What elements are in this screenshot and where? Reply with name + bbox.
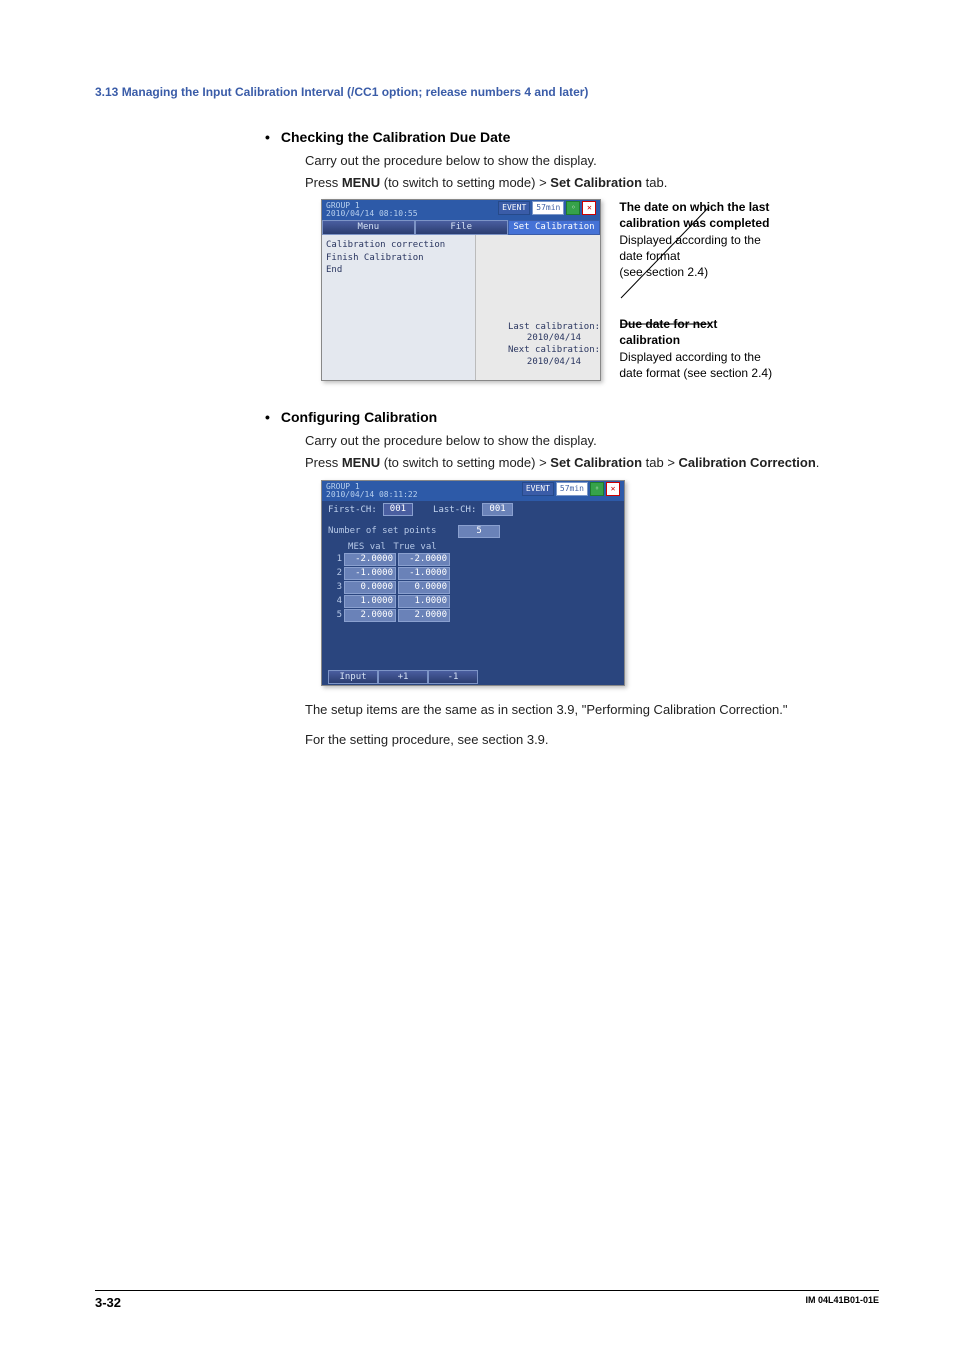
row-index: 5 <box>328 610 342 620</box>
num-set-points-label: Number of set points <box>328 526 436 536</box>
menu-column: Calibration correction Finish Calibratio… <box>322 235 476 380</box>
row-index: 4 <box>328 596 342 606</box>
event-chip: EVENT <box>522 482 554 496</box>
num-set-points-value[interactable]: 5 <box>458 525 500 538</box>
bullet-icon: • <box>265 409 277 425</box>
annotation-title: calibration was completed <box>619 215 859 231</box>
text-bold: Set Calibration <box>550 455 642 470</box>
status-icon: ◦ <box>590 482 604 496</box>
screenshot-calibration-correction: GROUP 1 2010/04/14 08:11:22 EVENT 57min … <box>321 480 625 686</box>
text: tab. <box>642 175 667 190</box>
text: tab > <box>642 455 679 470</box>
table-row: 2-1.0000-1.0000 <box>328 567 618 580</box>
paragraph: Carry out the procedure below to show th… <box>305 151 859 171</box>
heading-checking: • Checking the Calibration Due Date <box>265 129 859 145</box>
true-val-cell[interactable]: 0.0000 <box>398 581 450 594</box>
mes-val-cell[interactable]: 1.0000 <box>344 595 396 608</box>
true-val-cell[interactable]: -2.0000 <box>398 553 450 566</box>
tab-file[interactable]: File <box>415 220 508 235</box>
page-number: 3-32 <box>95 1295 121 1310</box>
table-row: 1-2.0000-2.0000 <box>328 553 618 566</box>
menu-item-finish-calibration[interactable]: Finish Calibration <box>326 252 471 265</box>
channel-row: First-CH: 001 Last-CH: 001 <box>322 501 624 519</box>
paragraph: The setup items are the same as in secti… <box>305 700 859 720</box>
table-row: 52.00002.0000 <box>328 609 618 622</box>
paragraph: Carry out the procedure below to show th… <box>305 431 859 451</box>
status-icon: ◦ <box>566 201 580 215</box>
mes-val-cell[interactable]: 0.0000 <box>344 581 396 594</box>
tab-menu[interactable]: Menu <box>322 220 415 235</box>
annotation-text: date format (see section 2.4) <box>619 365 859 381</box>
last-calibration-label: Last calibration: <box>484 322 624 334</box>
heading-text: Checking the Calibration Due Date <box>281 129 510 145</box>
close-icon: ✕ <box>582 201 596 215</box>
first-ch-label: First-CH: <box>328 505 377 515</box>
text: (to switch to setting mode) > <box>380 455 550 470</box>
annotation-text: Displayed according to the <box>619 232 859 248</box>
annotation-text: Displayed according to the <box>619 349 859 365</box>
col-true-val: True val <box>392 542 438 552</box>
annotation-column: The date on which the last calibration w… <box>619 199 859 381</box>
text-bold: MENU <box>342 455 380 470</box>
plus-one-button[interactable]: +1 <box>378 670 428 684</box>
paragraph: Press MENU (to switch to setting mode) >… <box>305 453 859 473</box>
rate-chip: 57min <box>556 482 588 496</box>
menu-item-calibration-correction[interactable]: Calibration correction <box>326 239 471 252</box>
mes-val-cell[interactable]: 2.0000 <box>344 609 396 622</box>
next-calibration-date: 2010/04/14 <box>484 357 624 369</box>
screenshot-set-calibration: GROUP 1 2010/04/14 08:10:55 EVENT 57min … <box>321 199 601 381</box>
first-ch-value[interactable]: 001 <box>383 503 413 516</box>
bullet-icon: • <box>265 129 277 145</box>
annotation-title: calibration <box>619 332 859 348</box>
annotation-title: The date on which the last <box>619 199 859 215</box>
event-chip: EVENT <box>498 201 530 215</box>
paragraph: For the setting procedure, see section 3… <box>305 730 859 750</box>
annotation-text: (see section 2.4) <box>619 264 859 280</box>
footer-buttons: Input +1 -1 <box>322 669 624 685</box>
mes-val-cell[interactable]: -1.0000 <box>344 567 396 580</box>
heading-configuring: • Configuring Calibration <box>265 409 859 425</box>
set-points-table: MES val True val 1-2.0000-2.00002-1.0000… <box>328 542 618 622</box>
section-header: 3.13 Managing the Input Calibration Inte… <box>95 85 859 99</box>
timestamp: 2010/04/14 08:11:22 <box>326 491 418 499</box>
text: (to switch to setting mode) > <box>380 175 550 190</box>
text-bold: Set Calibration <box>550 175 642 190</box>
document-id: IM 04L41B01-01E <box>805 1295 879 1310</box>
last-ch-label: Last-CH: <box>433 505 476 515</box>
paragraph: Press MENU (to switch to setting mode) >… <box>305 173 859 193</box>
tab-row: Menu File Set Calibration <box>322 220 600 235</box>
annotation-text: date format <box>619 248 859 264</box>
row-index: 2 <box>328 568 342 578</box>
titlebar: GROUP 1 2010/04/14 08:10:55 EVENT 57min … <box>322 200 600 220</box>
true-val-cell[interactable]: 1.0000 <box>398 595 450 608</box>
heading-text: Configuring Calibration <box>281 409 437 425</box>
titlebar: GROUP 1 2010/04/14 08:11:22 EVENT 57min … <box>322 481 624 501</box>
table-row: 41.00001.0000 <box>328 595 618 608</box>
last-ch-value[interactable]: 001 <box>482 503 512 516</box>
close-icon: ✕ <box>606 482 620 496</box>
last-calibration-date: 2010/04/14 <box>484 333 624 345</box>
menu-item-end[interactable]: End <box>326 264 471 277</box>
row-index: 3 <box>328 582 342 592</box>
annotation-title: Due date for next <box>619 316 859 332</box>
rate-chip: 57min <box>532 201 564 215</box>
row-index: 1 <box>328 554 342 564</box>
text-bold: Calibration Correction <box>679 455 816 470</box>
text-bold: MENU <box>342 175 380 190</box>
text: . <box>816 455 820 470</box>
timestamp: 2010/04/14 08:10:55 <box>326 210 418 218</box>
table-row: 30.00000.0000 <box>328 581 618 594</box>
next-calibration-label: Next calibration: <box>484 345 624 357</box>
true-val-cell[interactable]: 2.0000 <box>398 609 450 622</box>
page-footer: 3-32 IM 04L41B01-01E <box>95 1290 879 1310</box>
text: Press <box>305 175 342 190</box>
true-val-cell[interactable]: -1.0000 <box>398 567 450 580</box>
mes-val-cell[interactable]: -2.0000 <box>344 553 396 566</box>
info-column: Last calibration: 2010/04/14 Next calibr… <box>476 235 600 380</box>
input-button[interactable]: Input <box>328 670 378 684</box>
text: Press <box>305 455 342 470</box>
minus-one-button[interactable]: -1 <box>428 670 478 684</box>
col-mes-val: MES val <box>344 542 390 552</box>
tab-set-calibration[interactable]: Set Calibration <box>508 220 601 235</box>
